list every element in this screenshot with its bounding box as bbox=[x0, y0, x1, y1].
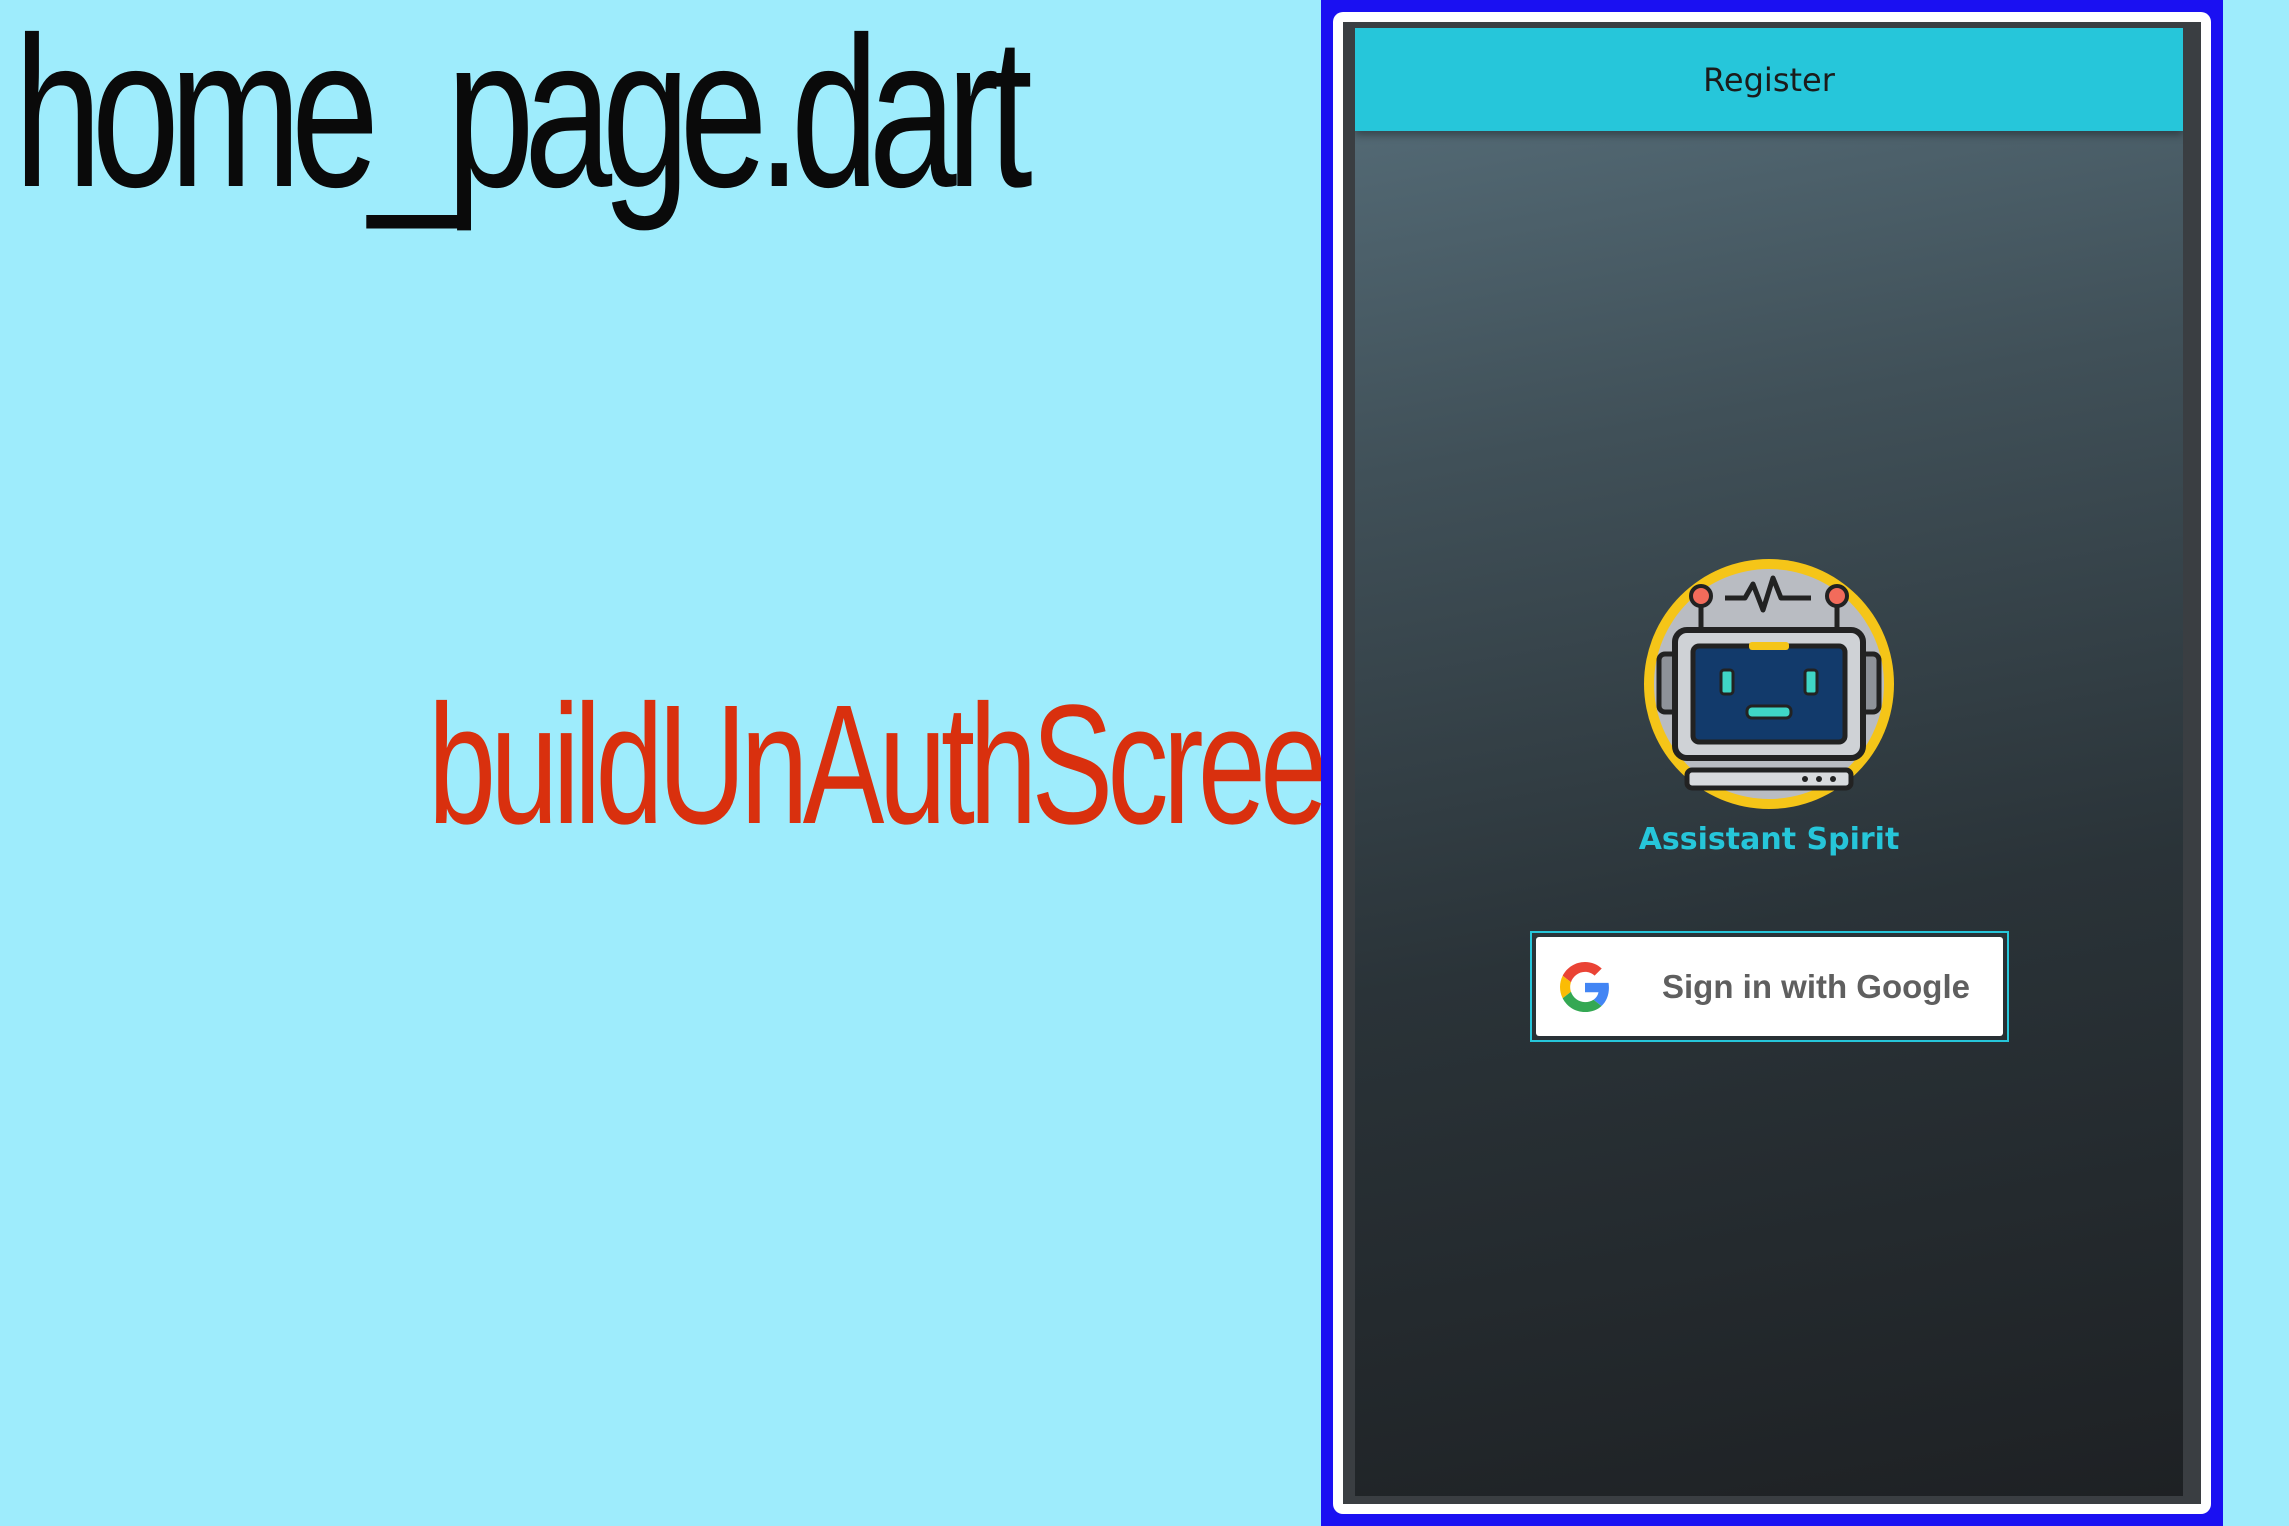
google-sign-in-button-body[interactable]: Sign in with Google bbox=[1536, 937, 2003, 1036]
robot-computer-icon bbox=[1644, 559, 1894, 809]
app-bar: Register bbox=[1355, 28, 2183, 131]
google-g-icon bbox=[1560, 961, 1609, 1012]
phone-screen: Register Assistant Spirit Sign in with G… bbox=[1355, 28, 2183, 1496]
slide: home_page.dart buildUnAuthScreen( ) Regi… bbox=[0, 0, 2289, 1526]
brand-name: Assistant Spirit bbox=[1638, 822, 1900, 857]
google-sign-in-button[interactable]: Sign in with Google bbox=[1530, 931, 2009, 1042]
google-sign-in-label[interactable]: Sign in with Google bbox=[1662, 968, 1970, 1006]
app-bar-title: Register bbox=[1703, 60, 1835, 99]
file-title: home_page.dart bbox=[14, 0, 1033, 232]
